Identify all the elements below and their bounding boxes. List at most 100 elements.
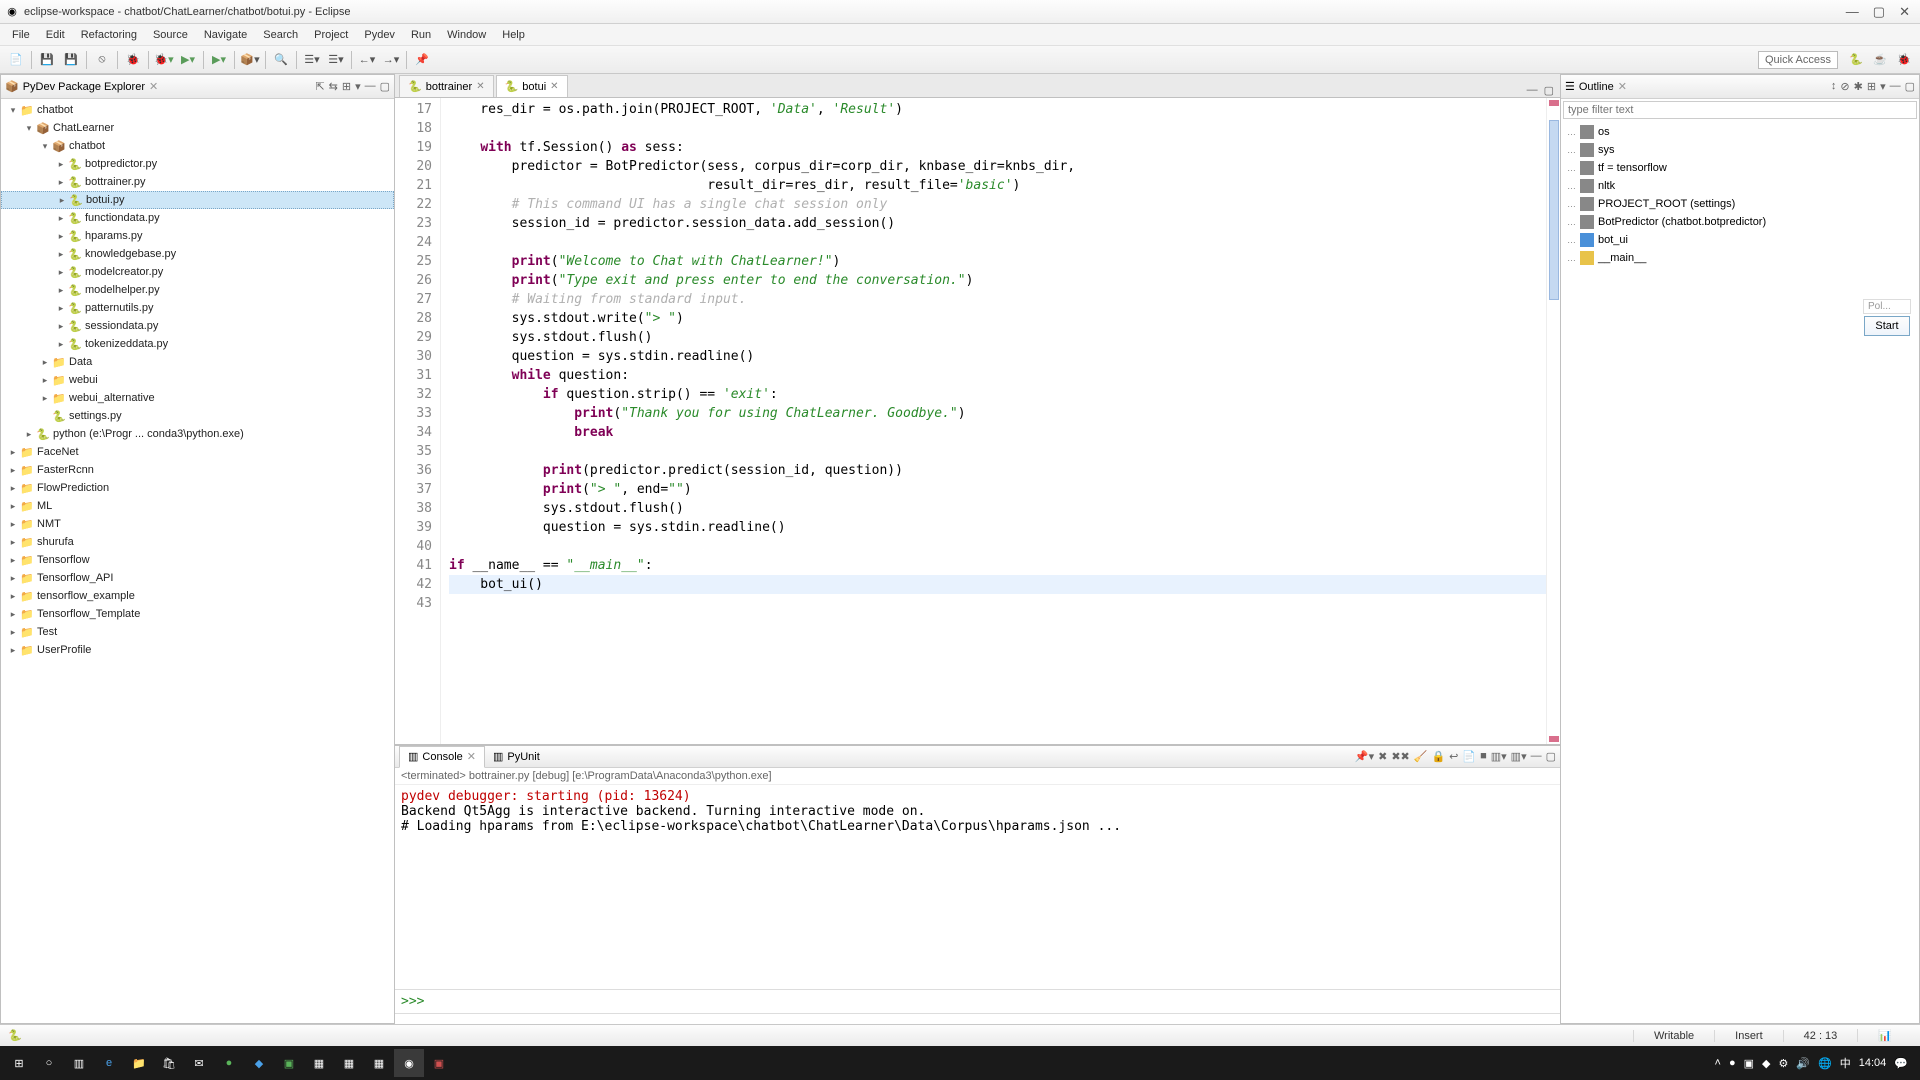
outline-expand-icon[interactable]: ⊞: [1867, 80, 1876, 93]
search-button[interactable]: 🔍: [270, 49, 292, 71]
tray-clock[interactable]: 14:04: [1859, 1057, 1887, 1069]
tree-item[interactable]: ▾📦ChatLearner: [1, 119, 394, 137]
console-remove-icon[interactable]: ✖: [1378, 750, 1387, 763]
tree-item[interactable]: ▸📁shurufa: [1, 533, 394, 551]
console-pin-icon[interactable]: 📌▾: [1355, 750, 1374, 763]
tree-item[interactable]: ▸📁FlowPrediction: [1, 479, 394, 497]
outline-menu-icon[interactable]: ▾: [1880, 80, 1886, 93]
menu-source[interactable]: Source: [145, 29, 196, 41]
console-wrap-icon[interactable]: ↩: [1449, 750, 1458, 763]
menu-project[interactable]: Project: [306, 29, 356, 41]
minimize-view-icon[interactable]: —: [365, 80, 376, 93]
console-new-icon[interactable]: ▥▾: [1511, 750, 1527, 763]
perspective-debug-button[interactable]: 🐞: [1893, 49, 1915, 71]
close-view-icon[interactable]: ✕: [149, 80, 158, 93]
tray-icon-3[interactable]: ◆: [1762, 1057, 1770, 1070]
new-project-button[interactable]: 📦▾: [239, 49, 261, 71]
tree-item[interactable]: ▸🐍python (e:\Progr ... conda3\python.exe…: [1, 425, 394, 443]
collapse-all-icon[interactable]: ⇱: [315, 80, 324, 93]
editor-minimize-icon[interactable]: —: [1527, 84, 1538, 97]
outline-close-icon[interactable]: ✕: [1618, 80, 1627, 93]
tree-item[interactable]: ▸📁Data: [1, 353, 394, 371]
tree-item[interactable]: ▸📁NMT: [1, 515, 394, 533]
tree-item[interactable]: ▸📁webui_alternative: [1, 389, 394, 407]
quick-access[interactable]: Quick Access: [1758, 51, 1838, 69]
cortana-button[interactable]: ○: [34, 1049, 64, 1077]
eclipse-task-icon[interactable]: ◉: [394, 1049, 424, 1077]
console-clear-icon[interactable]: 🧹: [1414, 750, 1428, 763]
outline-item[interactable]: …__main__: [1561, 249, 1919, 267]
tray-icon-1[interactable]: ●: [1729, 1057, 1736, 1069]
nav-button[interactable]: ☰▾: [325, 49, 347, 71]
back-button[interactable]: ←▾: [356, 49, 378, 71]
outline-min-icon[interactable]: —: [1890, 80, 1901, 93]
tray-notifications-icon[interactable]: 💬: [1894, 1057, 1908, 1070]
tree-item[interactable]: ▸📁ML: [1, 497, 394, 515]
outline-item[interactable]: …os: [1561, 123, 1919, 141]
view-menu-icon[interactable]: ▾: [355, 80, 361, 93]
tree-item[interactable]: ▸🐍botpredictor.py: [1, 155, 394, 173]
outline-item[interactable]: …sys: [1561, 141, 1919, 159]
editor-tab[interactable]: 🐍bottrainer✕: [399, 75, 494, 97]
outline-item[interactable]: …tf = tensorflow: [1561, 159, 1919, 177]
app4-icon[interactable]: ▦: [304, 1049, 334, 1077]
tree-item[interactable]: ▾📦chatbot: [1, 137, 394, 155]
project-tree[interactable]: ▾📁chatbot▾📦ChatLearner▾📦chatbot▸🐍botpred…: [1, 99, 394, 1023]
code-content[interactable]: res_dir = os.path.join(PROJECT_ROOT, 'Da…: [441, 98, 1546, 744]
console-output[interactable]: pydev debugger: starting (pid: 13624)Bac…: [395, 785, 1560, 989]
console-remove-all-icon[interactable]: ✖✖: [1391, 750, 1409, 763]
tree-item[interactable]: 🐍settings.py: [1, 407, 394, 425]
maximize-button[interactable]: ▢: [1873, 4, 1885, 20]
outline-item[interactable]: …BotPredictor (chatbot.botpredictor): [1561, 213, 1919, 231]
menu-search[interactable]: Search: [255, 29, 306, 41]
menu-file[interactable]: File: [4, 29, 38, 41]
menu-refactoring[interactable]: Refactoring: [73, 29, 145, 41]
editor-maximize-icon[interactable]: ▢: [1544, 84, 1554, 97]
outline-max-icon[interactable]: ▢: [1905, 80, 1915, 93]
tree-item[interactable]: ▸🐍hparams.py: [1, 227, 394, 245]
tree-item[interactable]: ▸📁UserProfile: [1, 641, 394, 659]
console-tab[interactable]: ▥PyUnit: [485, 746, 548, 768]
task-view-button[interactable]: ▥: [64, 1049, 94, 1077]
save-button[interactable]: 💾: [36, 49, 58, 71]
menu-edit[interactable]: Edit: [38, 29, 73, 41]
outline-item[interactable]: …nltk: [1561, 177, 1919, 195]
mail-icon[interactable]: ✉: [184, 1049, 214, 1077]
edge-icon[interactable]: e: [94, 1049, 124, 1077]
menu-run[interactable]: Run: [403, 29, 439, 41]
tree-item[interactable]: ▸🐍botui.py: [1, 191, 394, 209]
maximize-view-icon[interactable]: ▢: [380, 80, 390, 93]
tree-item[interactable]: ▸🐍modelcreator.py: [1, 263, 394, 281]
forward-button[interactable]: →▾: [380, 49, 402, 71]
outline-filter-icon[interactable]: ⊘: [1840, 80, 1849, 93]
menu-window[interactable]: Window: [439, 29, 494, 41]
console-scroll-lock-icon[interactable]: 🔒: [1431, 750, 1445, 763]
toggle-button[interactable]: ☰▾: [301, 49, 323, 71]
perspective-java-button[interactable]: ☕: [1869, 49, 1891, 71]
start-menu-button[interactable]: ⊞: [4, 1049, 34, 1077]
outline-hide-icon[interactable]: ✱: [1854, 80, 1863, 93]
tree-item[interactable]: ▸📁FasterRcnn: [1, 461, 394, 479]
perspective-pydev-button[interactable]: 🐍: [1845, 49, 1867, 71]
close-button[interactable]: ✕: [1899, 4, 1910, 20]
debug-button[interactable]: 🐞▾: [153, 49, 175, 71]
tree-item[interactable]: ▸🐍patternutils.py: [1, 299, 394, 317]
tree-item[interactable]: ▸📁Test: [1, 623, 394, 641]
tray-volume-icon[interactable]: 🔊: [1796, 1057, 1810, 1070]
tree-item[interactable]: ▸📁FaceNet: [1, 443, 394, 461]
link-editor-icon[interactable]: ⇆: [329, 80, 338, 93]
app5-icon[interactable]: ▦: [334, 1049, 364, 1077]
menu-help[interactable]: Help: [494, 29, 533, 41]
outline-item[interactable]: …PROJECT_ROOT (settings): [1561, 195, 1919, 213]
console-min-icon[interactable]: —: [1531, 750, 1542, 763]
tree-item[interactable]: ▾📁chatbot: [1, 101, 394, 119]
tree-item[interactable]: ▸📁tensorflow_example: [1, 587, 394, 605]
skip-breakpoints-button[interactable]: ⦸: [91, 49, 113, 71]
minimize-button[interactable]: —: [1846, 4, 1859, 20]
tree-item[interactable]: ▸🐍functiondata.py: [1, 209, 394, 227]
tree-item[interactable]: ▸📁Tensorflow_API: [1, 569, 394, 587]
tray-icon-2[interactable]: ▣: [1744, 1057, 1754, 1070]
tray-chevron-icon[interactable]: ˄: [1715, 1057, 1721, 1069]
start-button[interactable]: Start: [1864, 316, 1909, 336]
tree-item[interactable]: ▸🐍knowledgebase.py: [1, 245, 394, 263]
